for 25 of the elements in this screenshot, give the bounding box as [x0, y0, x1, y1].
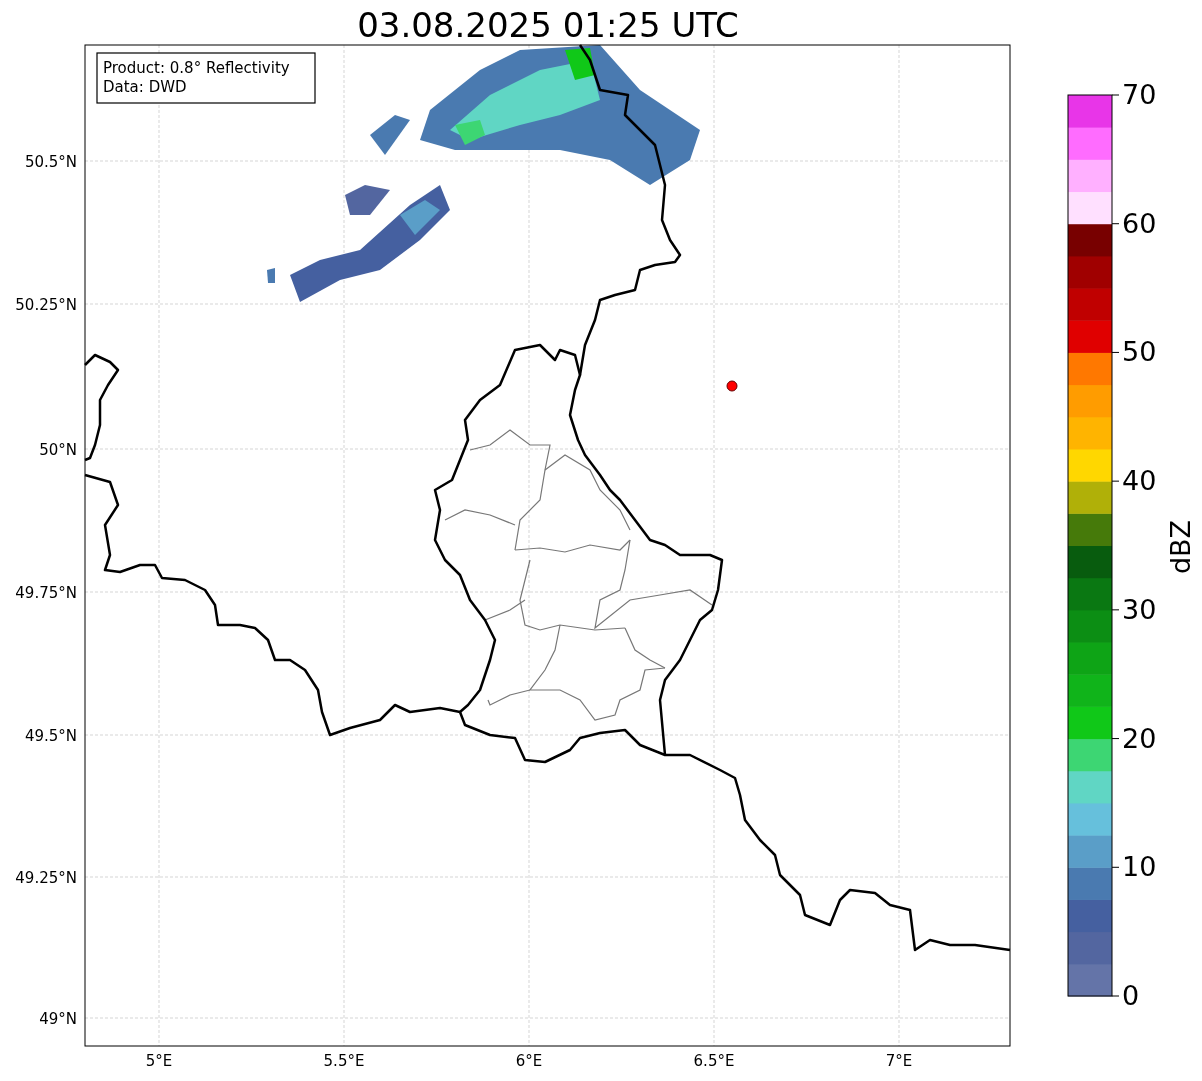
- colorbar-tick-label: 20: [1122, 722, 1157, 754]
- longitude-label: 6.5°E: [693, 1052, 735, 1070]
- latitude-label: 49.5°N: [24, 727, 77, 745]
- colorbar-tick-label: 0: [1122, 980, 1140, 1011]
- latitude-label: 50.25°N: [15, 296, 77, 314]
- location-marker: [726, 380, 738, 392]
- longitude-label: 6°E: [515, 1052, 543, 1070]
- latitude-label: 50°N: [39, 441, 77, 459]
- colorbar-tick-label: 70: [1122, 79, 1157, 110]
- latitude-label: 49°N: [39, 1010, 77, 1028]
- chart-title: 03.08.2025 01:25 UTC: [357, 5, 739, 45]
- colorbar-tick-label: 50: [1122, 336, 1157, 368]
- longitude-label: 5°E: [145, 1052, 173, 1070]
- latitude-label: 49.25°N: [15, 869, 77, 887]
- colorbar-label: dBZ: [1165, 519, 1196, 575]
- latitude-label: 49.75°N: [15, 584, 77, 602]
- colorbar-tick-label: 60: [1122, 207, 1157, 239]
- colorbar-tick-label: 10: [1122, 851, 1157, 883]
- latitude-label: 50.5°N: [24, 153, 77, 171]
- info-text: Product: 0.8° Reflectivity: [103, 59, 290, 77]
- longitude-label: 5.5°E: [323, 1052, 365, 1070]
- colorbar-tick-label: 40: [1122, 465, 1157, 497]
- longitude-label: 7°E: [885, 1052, 913, 1070]
- info-text: Data: DWD: [103, 78, 187, 96]
- colorbar-tick-label: 30: [1122, 593, 1157, 625]
